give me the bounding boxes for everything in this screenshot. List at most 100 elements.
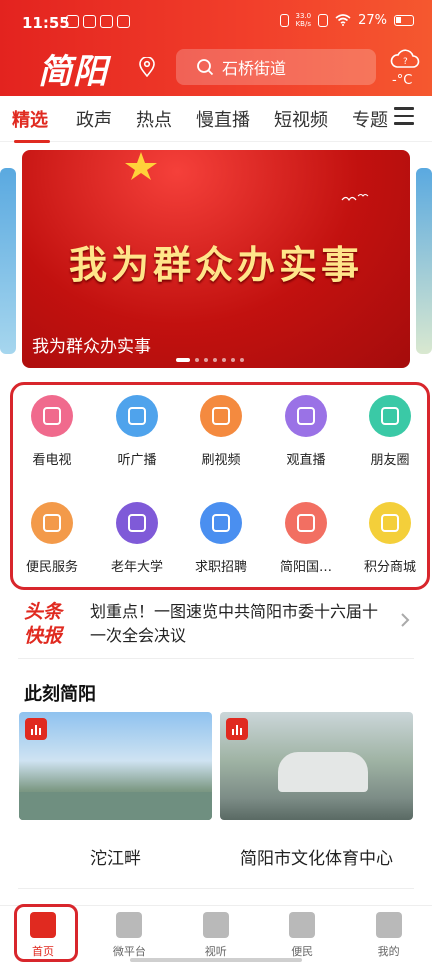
temperature-text: -°C [392,73,413,88]
live-icon [285,395,327,437]
star-emblem-icon [125,152,157,180]
section-title: 此刻简阳 [24,684,96,705]
service-item[interactable]: 老年大学 [97,502,177,575]
service-label: 看电视 [32,453,72,468]
birds-decoration [341,194,369,202]
battery-percent: 27% [358,12,387,28]
service-label: 朋友圈 [370,453,410,468]
logo-text: 简阳 [38,52,108,92]
service-item[interactable]: 积分商城 [350,502,430,575]
icon-glyph [381,514,399,532]
next-banner-peek[interactable] [416,168,432,354]
grid-apps-icon [285,502,327,544]
carousel-dot[interactable] [176,358,190,362]
headline-news[interactable]: 头条 快报 划重点！一图速览中共简阳市委十六届十一次全会决议 [0,596,432,656]
river-water [19,792,212,820]
service-label: 便民服务 [25,560,78,575]
icon-glyph [43,407,61,425]
service-label: 观直播 [286,453,326,468]
carousel-dot[interactable] [231,358,235,362]
tab-slow-live[interactable]: 慢直播 [196,106,250,132]
carousel-dot[interactable] [204,358,208,362]
icon-glyph [297,407,315,425]
coins-icon [369,502,411,544]
live-badge-icon [25,718,47,740]
service-item[interactable]: 求职招聘 [181,502,261,575]
tab-topics[interactable]: 专题 [352,106,388,132]
nav-item[interactable]: 视听 [173,906,259,964]
nfc-icon [318,13,329,27]
tv-icon [31,395,73,437]
tab-featured[interactable]: 精选 [12,106,48,132]
location-pin-icon[interactable] [138,57,156,77]
service-label: 老年大学 [110,560,163,575]
status-time: 11:55 [22,14,70,32]
gesture-bar[interactable] [130,958,302,962]
card-title-1: 沱江畔 [90,849,141,869]
notification-icons [66,15,130,28]
icon-glyph [297,514,315,532]
headline-text: 划重点！一图速览中共简阳市委十六届十一次全会决议 [90,602,379,645]
icon-glyph [381,407,399,425]
header: 11:55 33.0 KB/s 27% 简阳 石桥街道 ? -°C [0,0,432,96]
service-item[interactable]: 刷视频 [181,395,261,468]
nav-label: 我的 [377,945,400,958]
service-item[interactable]: 简阳国… [266,502,346,575]
carousel-dot[interactable] [222,358,226,362]
nav-label: 微平台 [112,945,146,958]
scenic-card-1[interactable] [19,712,212,820]
phone-video-icon [200,395,242,437]
icon-glyph [212,407,230,425]
job-search-icon [200,502,242,544]
menu-icon[interactable] [394,107,414,125]
tab-politics[interactable]: 政声 [76,106,112,132]
heart-hands-icon [31,502,73,544]
service-item[interactable]: 朋友圈 [350,395,430,468]
tab-short-video[interactable]: 短视频 [274,106,328,132]
app-screen: 11:55 33.0 KB/s 27% 简阳 石桥街道 ? -°C 精选 政声 … [0,0,432,964]
prev-banner-peek[interactable] [0,168,16,354]
scenic-card-2[interactable] [220,712,413,820]
icon-glyph [212,514,230,532]
headline-badge-line1: 头条 [24,601,63,623]
service-item[interactable]: 听广播 [97,395,177,468]
carousel-dot[interactable] [240,358,244,362]
carousel-dot[interactable] [195,358,199,362]
status-bar: 11:55 33.0 KB/s 27% [0,0,432,46]
chevron-right-icon [401,613,410,627]
service-item[interactable]: 观直播 [266,395,346,468]
school-icon [116,502,158,544]
nav-item[interactable]: 我的 [346,906,432,964]
service-label: 简阳国… [279,560,332,575]
wifi-icon [335,14,351,26]
live-badge-icon [226,718,248,740]
cloud-question-icon: ? [390,49,420,68]
tiktok-icon [83,15,96,28]
icon-glyph [128,514,146,532]
active-tab-indicator [14,140,50,143]
battery-icon [394,14,414,26]
banner-carousel[interactable]: 我为群众办实事 我为群众办实事 [22,150,410,368]
vibrate-icon [279,13,289,27]
notification-app-icon [100,15,113,28]
search-bar[interactable]: 石桥街道 [176,49,376,85]
nav-label: 便民 [291,945,314,958]
divider [18,658,414,659]
carousel-dot[interactable] [213,358,217,362]
person-icon [375,912,402,938]
banner-caption: 我为群众办实事 [32,337,151,357]
carousel-dots [176,358,244,362]
service-item[interactable]: 看电视 [12,395,92,468]
service-grid: 看电视 听广播 刷视频 观直播 朋友圈便民服务 老年大学 求职招聘 简阳国… 积分商城 [10,382,430,590]
service-label: 积分商城 [363,560,416,575]
nav-item[interactable]: 微平台 [86,906,172,964]
stadium-roof [278,752,368,792]
radio-icon [116,395,158,437]
nav-label: 视听 [204,945,227,958]
service-item[interactable]: 便民服务 [12,502,92,575]
banner-headline: 我为群众办实事 [68,243,363,287]
tab-hot[interactable]: 热点 [136,106,172,132]
weather-widget[interactable]: ? -°C [388,45,424,91]
icon-glyph [43,514,61,532]
nav-item[interactable]: 便民 [259,906,345,964]
